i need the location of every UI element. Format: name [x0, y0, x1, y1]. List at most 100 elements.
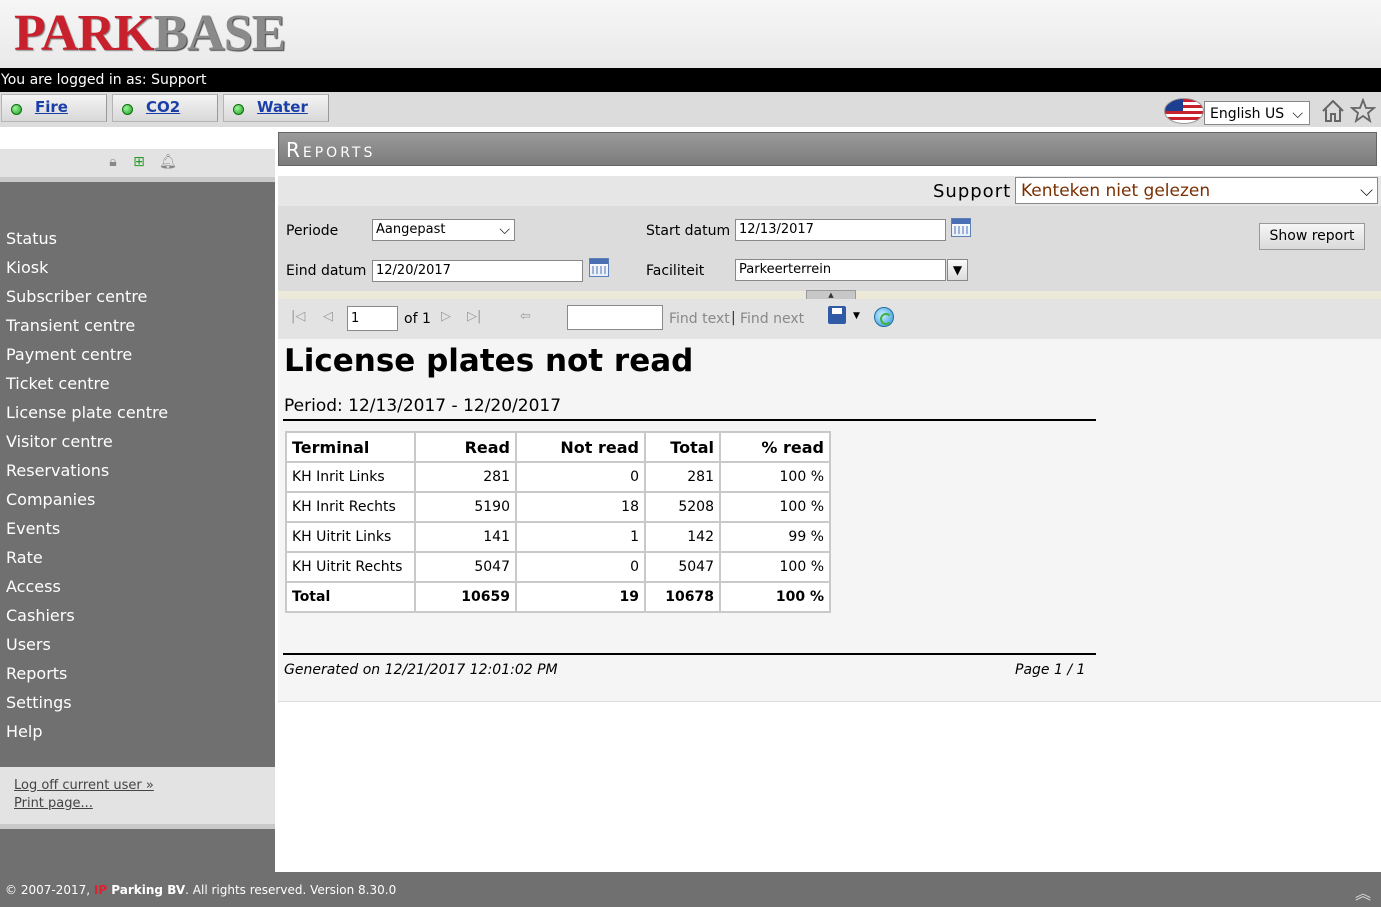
calendar-icon[interactable]	[589, 258, 609, 277]
scroll-top-icon[interactable]: ︽	[1355, 880, 1371, 904]
start-datum-input[interactable]: 12/13/2017	[735, 219, 946, 241]
export-dropdown-icon[interactable]: ▼	[853, 311, 860, 321]
table-row: KH Inrit Links 281 0 281 100 %	[286, 462, 830, 492]
find-separator: |	[731, 310, 736, 326]
logoff-link[interactable]: Log off current user »	[14, 778, 154, 793]
page-count: of 1	[404, 311, 431, 327]
sidebar-item-companies[interactable]: Companies	[0, 485, 275, 514]
generated-timestamp: Generated on 12/21/2017 12:01:02 PM	[284, 662, 558, 678]
find-input[interactable]	[567, 305, 663, 330]
periode-select[interactable]: Aangepast ⌵	[372, 219, 515, 241]
table-row: KH Inrit Rechts 5190 18 5208 100 %	[286, 492, 830, 522]
chevron-down-icon: ⌵	[1292, 106, 1303, 122]
water-alarm-link[interactable]: Water	[257, 98, 308, 116]
star-icon[interactable]	[1350, 98, 1376, 124]
table-cell: 5208	[645, 492, 720, 522]
support-label: Support	[933, 181, 1012, 202]
grid-icon[interactable]: ⊞	[131, 154, 147, 170]
login-status: You are logged in as: Support	[0, 68, 1381, 92]
status-dot-icon	[11, 104, 22, 115]
table-cell: 0	[516, 552, 645, 582]
page-number-input[interactable]: 1	[347, 306, 398, 331]
faciliteit-input[interactable]: Parkeerterrein	[735, 259, 946, 281]
sidebar-item-status[interactable]: Status	[0, 224, 275, 253]
table-cell: 281	[415, 462, 516, 492]
report-title: License plates not read	[284, 343, 694, 379]
table-cell: 5047	[645, 552, 720, 582]
logo-base-text: BASE	[153, 5, 286, 62]
report-page-info: Page 1 / 1	[1015, 662, 1086, 678]
sidebar-item-ticket-centre[interactable]: Ticket centre	[0, 369, 275, 398]
sidebar-item-kiosk[interactable]: Kiosk	[0, 253, 275, 282]
refresh-icon[interactable]	[874, 307, 894, 327]
sidebar-item-reservations[interactable]: Reservations	[0, 456, 275, 485]
sidebar-item-payment-centre[interactable]: Payment centre	[0, 340, 275, 369]
bell-icon[interactable]: 🔔︎	[159, 154, 177, 170]
export-save-icon[interactable]	[828, 306, 846, 324]
table-row: KH Uitrit Links 141 1 142 99 %	[286, 522, 830, 552]
sidebar-item-subscriber-centre[interactable]: Subscriber centre	[0, 282, 275, 311]
sidebar-item-events[interactable]: Events	[0, 514, 275, 543]
table-cell: 100 %	[720, 492, 830, 522]
sidebar-item-cashiers[interactable]: Cashiers	[0, 601, 275, 630]
sidebar-item-rate[interactable]: Rate	[0, 543, 275, 572]
sidebar-item-transient-centre[interactable]: Transient centre	[0, 311, 275, 340]
sidebar-item-visitor-centre[interactable]: Visitor centre	[0, 427, 275, 456]
previous-page-icon[interactable]: ◁	[323, 309, 333, 324]
table-cell: 281	[645, 462, 720, 492]
first-page-icon[interactable]: |◁	[291, 309, 305, 324]
report-select[interactable]: Kenteken niet gelezen ⌵	[1015, 177, 1378, 204]
find-next-link[interactable]: Find next	[740, 311, 804, 327]
table-cell: 142	[645, 522, 720, 552]
copyright-post: . All rights reserved. Version 8.30.0	[185, 883, 397, 897]
fire-alarm-link[interactable]: Fire	[35, 98, 68, 116]
find-text-link[interactable]: Find text	[669, 311, 730, 327]
faciliteit-dropdown-button[interactable]: ▼	[947, 259, 968, 281]
parkbase-logo[interactable]: PARKBASE	[14, 4, 286, 64]
co2-alarm-button[interactable]: CO2	[112, 94, 218, 122]
show-report-button[interactable]: Show report	[1259, 223, 1365, 250]
sidebar-item-users[interactable]: Users	[0, 630, 275, 659]
page-title: Reports	[278, 132, 1377, 166]
home-icon[interactable]	[1320, 98, 1346, 124]
co2-alarm-link[interactable]: CO2	[146, 98, 180, 116]
column-header: Not read	[516, 432, 645, 462]
table-total-row: Total 10659 19 10678 100 %	[286, 582, 830, 612]
sidebar-item-settings[interactable]: Settings	[0, 688, 275, 717]
faciliteit-label: Faciliteit	[646, 263, 705, 279]
report-table: Terminal Read Not read Total % read KH I…	[285, 431, 831, 613]
table-cell: 0	[516, 462, 645, 492]
print-page-link[interactable]: Print page...	[14, 796, 93, 811]
us-flag-icon	[1164, 98, 1204, 124]
divider	[283, 419, 1096, 421]
table-cell: Total	[286, 582, 415, 612]
table-cell: KH Inrit Rechts	[286, 492, 415, 522]
next-page-icon[interactable]: ▷	[441, 309, 451, 324]
table-cell: 100 %	[720, 462, 830, 492]
calendar-icon[interactable]	[951, 218, 971, 237]
table-cell: 18	[516, 492, 645, 522]
language-select[interactable]: English US ⌵	[1204, 101, 1310, 125]
status-dot-icon	[233, 104, 244, 115]
table-cell: 5047	[415, 552, 516, 582]
lock-icon[interactable]: 🔒︎	[105, 154, 121, 170]
fire-alarm-button[interactable]: Fire	[1, 94, 107, 122]
table-cell: 100 %	[720, 552, 830, 582]
column-header: % read	[720, 432, 830, 462]
report-period: Period: 12/13/2017 - 12/20/2017	[284, 396, 562, 416]
water-alarm-button[interactable]: Water	[223, 94, 329, 122]
eind-datum-input[interactable]: 12/20/2017	[372, 260, 583, 282]
periode-label: Periode	[286, 223, 339, 239]
column-header: Total	[645, 432, 720, 462]
sidebar-top-strip	[0, 127, 275, 149]
sidebar-item-reports[interactable]: Reports	[0, 659, 275, 688]
company-name: Parking BV	[107, 883, 186, 897]
last-page-icon[interactable]: ▷|	[467, 309, 481, 324]
sidebar-item-license-plate-centre[interactable]: License plate centre	[0, 398, 275, 427]
footer: © 2007-2017, IP Parking BV. All rights r…	[0, 872, 1381, 907]
back-icon[interactable]: ⇦	[520, 309, 531, 324]
table-cell: 19	[516, 582, 645, 612]
table-cell: 10678	[645, 582, 720, 612]
sidebar-item-access[interactable]: Access	[0, 572, 275, 601]
sidebar-item-help[interactable]: Help	[0, 717, 275, 746]
